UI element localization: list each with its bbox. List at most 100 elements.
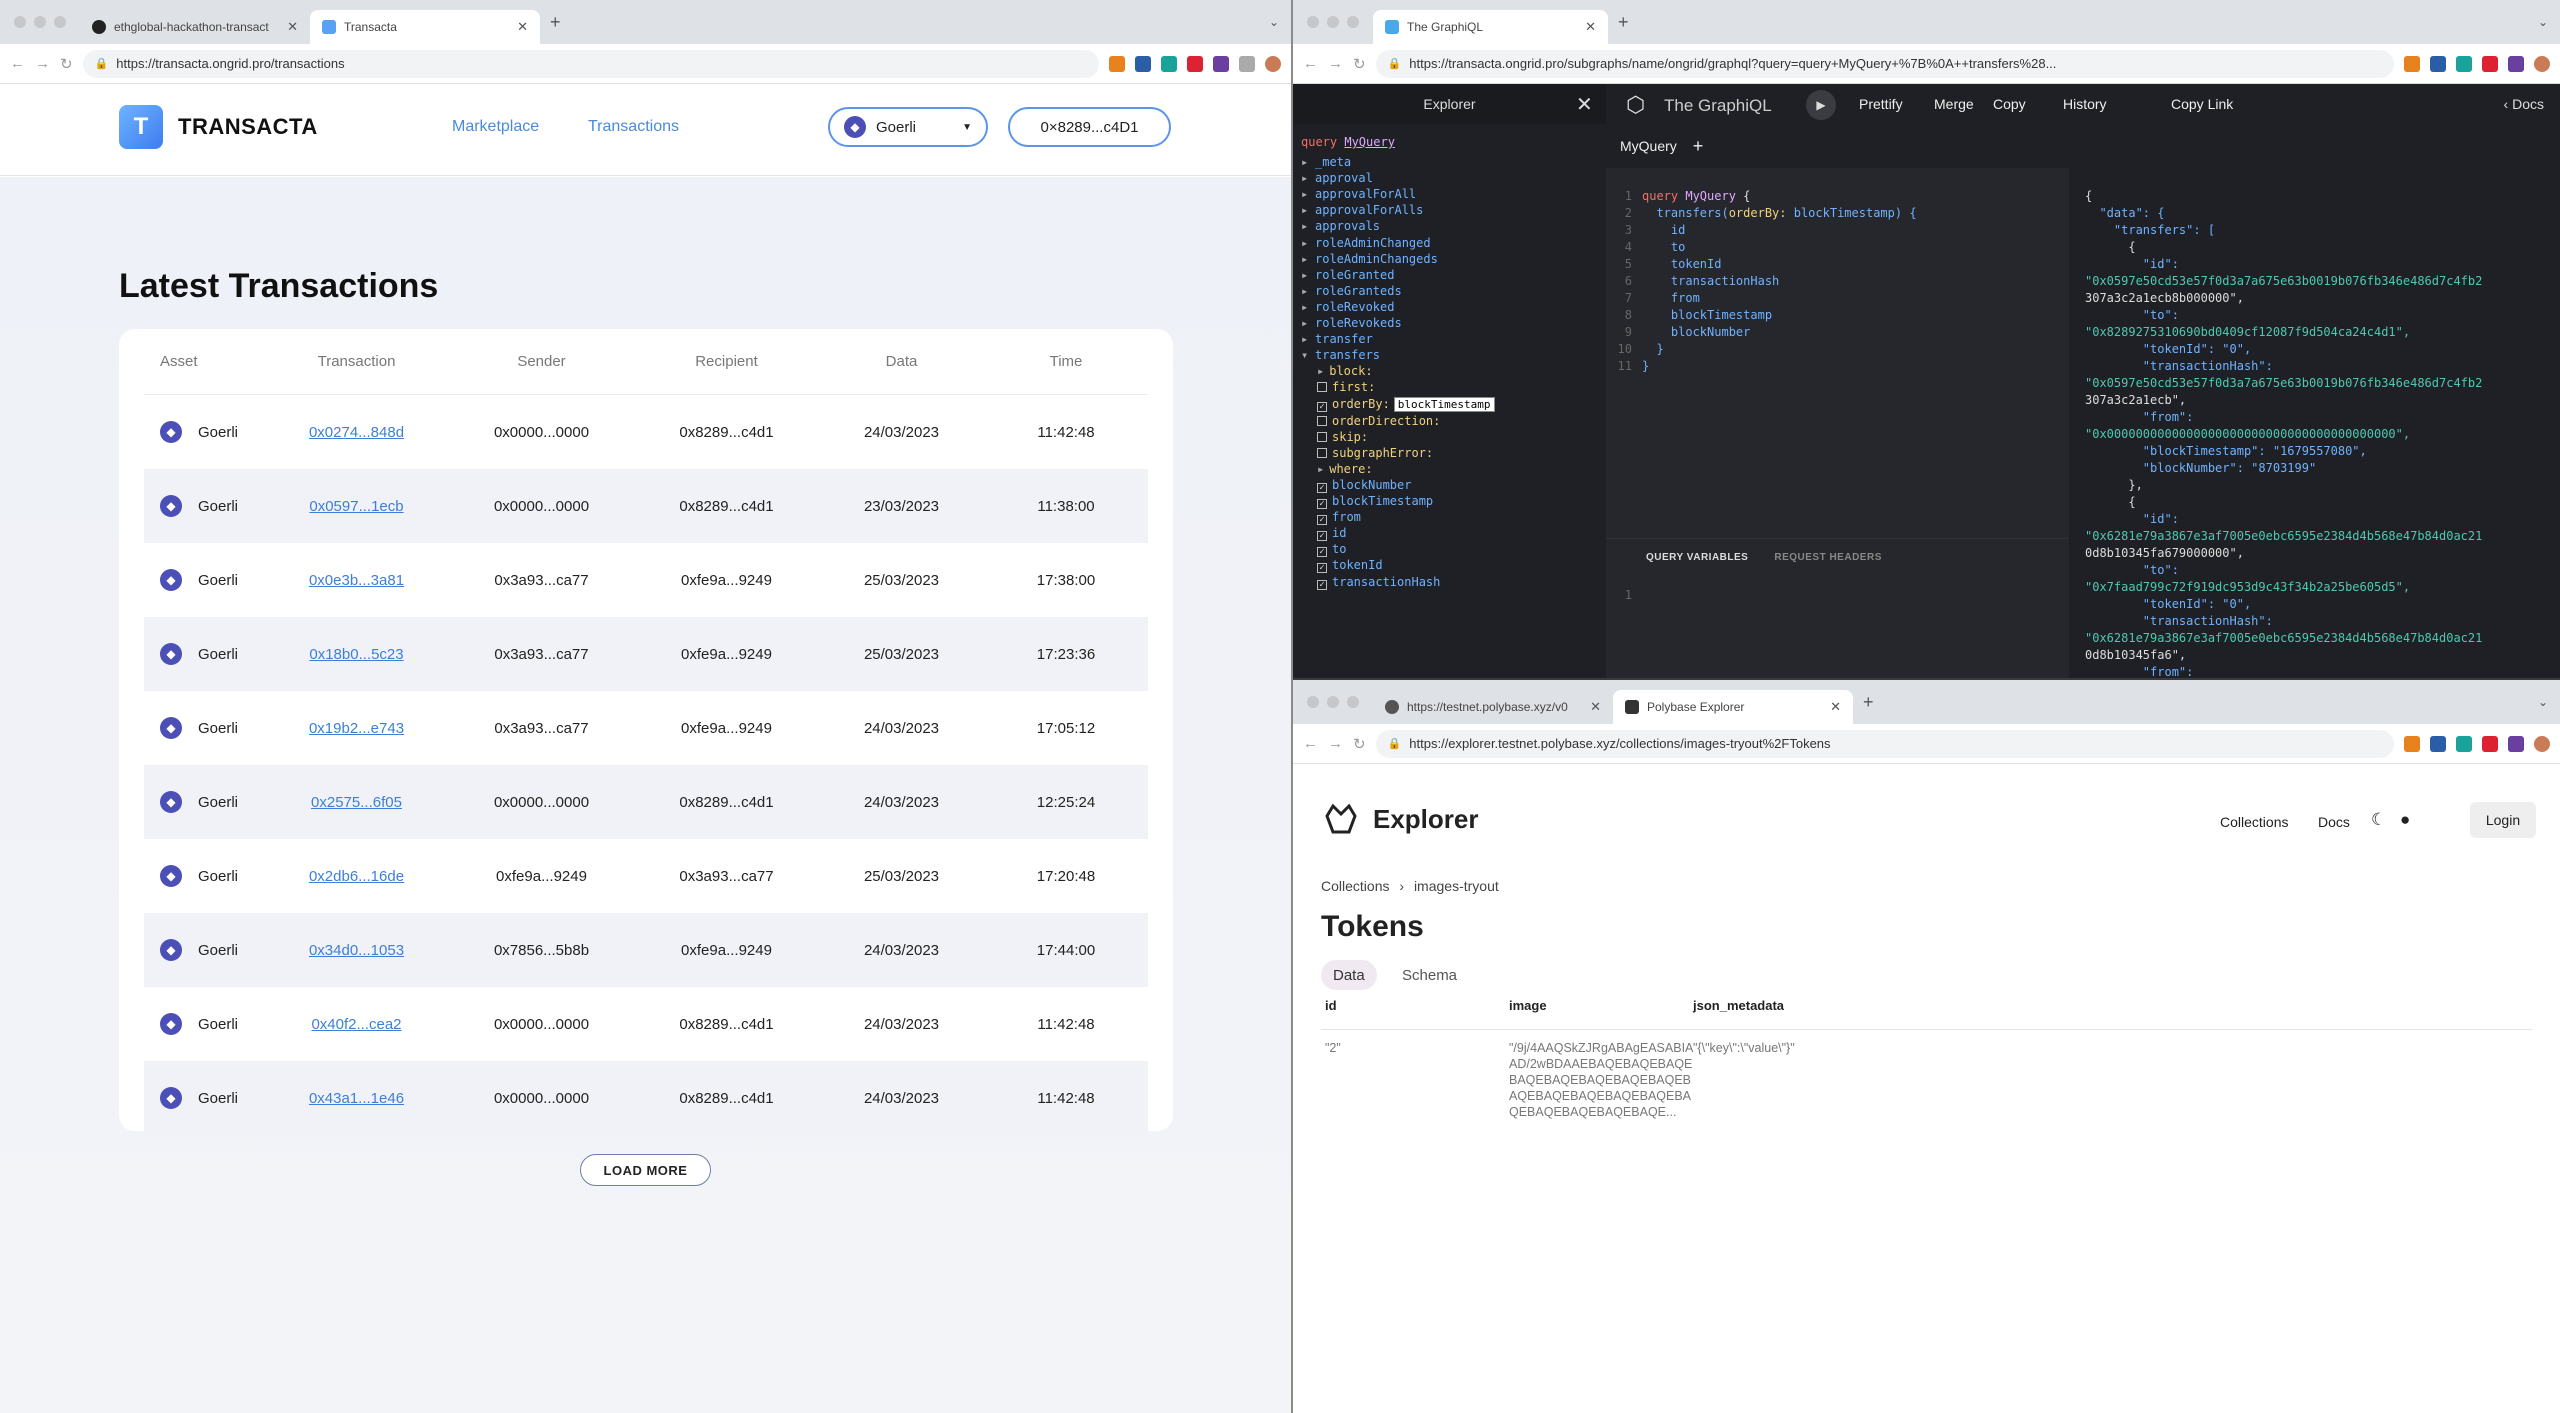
checkbox[interactable]: ✓ xyxy=(1317,401,1327,412)
explorer-item[interactable]: ▸ roleAdminChanged xyxy=(1301,235,1598,251)
close-icon[interactable]: ✕ xyxy=(287,19,298,35)
transaction-link[interactable]: 0x2db6...16de xyxy=(309,868,404,885)
extension-icon[interactable] xyxy=(2508,735,2524,752)
reload-icon[interactable]: ↻ xyxy=(1353,735,1366,753)
transaction-link[interactable]: 0x0597...1ecb xyxy=(309,498,403,515)
tab-github[interactable]: ethglobal-hackathon-transact ✕ xyxy=(80,10,310,44)
orderby-select[interactable]: blockTimestamp xyxy=(1393,396,1495,412)
nav-transactions[interactable]: Transactions xyxy=(588,118,679,136)
new-tab-icon[interactable]: + xyxy=(1608,12,1639,33)
transaction-link[interactable]: 0x0e3b...3a81 xyxy=(309,572,404,589)
tab-query-variables[interactable]: QUERY VARIABLES xyxy=(1646,552,1748,563)
table-row[interactable]: ◆ Goerli 0x2575...6f05 0x0000...0000 0x8289.… xyxy=(144,765,1148,839)
explorer-field[interactable]: ✓ blockTimestamp xyxy=(1301,493,1598,510)
checkbox[interactable] xyxy=(1317,431,1327,442)
explorer-item[interactable]: ▸ roleRevoked xyxy=(1301,299,1598,315)
brand-name[interactable]: TRANSACTA xyxy=(178,114,318,140)
explorer-item[interactable]: ▸ roleRevokeds xyxy=(1301,315,1598,331)
tab-request-headers[interactable]: REQUEST HEADERS xyxy=(1774,552,1882,563)
copy-link-button[interactable]: Copy Link xyxy=(2171,96,2233,112)
extension-icon[interactable] xyxy=(2430,55,2446,72)
prettify-button[interactable]: Prettify xyxy=(1859,96,1903,112)
close-icon[interactable]: ✕ xyxy=(1830,699,1841,715)
nav-docs[interactable]: Docs xyxy=(2318,814,2350,830)
explorer-item[interactable]: ▸ _meta xyxy=(1301,154,1598,170)
extension-icon[interactable] xyxy=(2430,735,2446,752)
extension-beta-icon[interactable] xyxy=(1161,55,1177,72)
transaction-link[interactable]: 0x0274...848d xyxy=(309,424,404,441)
code-icon[interactable] xyxy=(2482,735,2498,752)
nav-marketplace[interactable]: Marketplace xyxy=(452,118,539,136)
table-row[interactable]: ◆ Goerli 0x0e3b...3a81 0x3a93...ca77 0xfe9a.… xyxy=(144,543,1148,617)
url-field[interactable]: 🔒 https://transacta.ongrid.pro/transacti… xyxy=(82,49,1099,78)
chevron-down-icon[interactable]: ⌄ xyxy=(2526,695,2560,709)
checkbox[interactable] xyxy=(1317,415,1327,426)
explorer-item[interactable]: ▸ approvals xyxy=(1301,218,1598,234)
polybase-logo[interactable]: Explorer xyxy=(1323,802,1479,836)
window-controls[interactable] xyxy=(0,16,80,28)
tab-schema[interactable]: Schema xyxy=(1390,960,1469,990)
close-icon[interactable]: ✕ xyxy=(1590,699,1601,715)
back-icon[interactable]: ← xyxy=(10,55,25,72)
explorer-arg[interactable]: ▸ block: xyxy=(1301,363,1598,379)
explorer-item[interactable]: ▸ roleGranted xyxy=(1301,267,1598,283)
new-tab-icon[interactable]: + xyxy=(540,12,571,33)
moon-icon[interactable]: ☾ xyxy=(2371,810,2386,830)
tab-graphiql[interactable]: The GraphiQL ✕ xyxy=(1373,10,1608,44)
docs-button[interactable]: ‹ Docs xyxy=(2504,96,2544,112)
explorer-item[interactable]: ▸ approvalForAlls xyxy=(1301,202,1598,218)
explorer-query-header[interactable]: query MyQuery xyxy=(1301,134,1598,150)
table-row[interactable]: ◆ Goerli 0x40f2...cea2 0x0000...0000 0x8289.… xyxy=(144,987,1148,1061)
table-row[interactable]: ◆ Goerli 0x0274...848d 0x0000...0000 0x8289.… xyxy=(144,395,1148,469)
checkbox[interactable]: ✓ xyxy=(1317,482,1327,493)
merge-button[interactable]: Merge xyxy=(1934,96,1974,112)
back-icon[interactable]: ← xyxy=(1303,735,1318,752)
checkbox[interactable]: ✓ xyxy=(1317,563,1327,574)
table-row[interactable]: "2" "/9j/4AAQSkZJRgABAgEASABIAAD/2wBDAAE… xyxy=(1321,1030,2532,1130)
avatar[interactable] xyxy=(1265,55,1281,72)
breadcrumb-images-tryout[interactable]: images-tryout xyxy=(1414,878,1499,894)
checkbox[interactable]: ✓ xyxy=(1317,499,1327,510)
github-icon[interactable]: ● xyxy=(2400,810,2410,830)
explorer-arg[interactable]: ▸ where: xyxy=(1301,461,1598,477)
transacta-logo-icon[interactable]: T xyxy=(119,105,163,149)
close-icon[interactable]: ✕ xyxy=(1585,19,1596,35)
add-tab-icon[interactable]: + xyxy=(1693,136,1704,157)
explorer-arg[interactable]: first: xyxy=(1301,379,1598,395)
transaction-link[interactable]: 0x19b2...e743 xyxy=(309,720,404,737)
transaction-link[interactable]: 0x40f2...cea2 xyxy=(311,1016,401,1033)
window-controls[interactable] xyxy=(1293,16,1373,28)
close-icon[interactable]: ✕ xyxy=(1576,92,1593,117)
explorer-arg[interactable]: subgraphError: xyxy=(1301,445,1598,461)
back-icon[interactable]: ← xyxy=(1303,55,1318,72)
extension-beta-icon[interactable] xyxy=(2456,735,2472,752)
checkbox[interactable]: ✓ xyxy=(1317,531,1327,542)
table-row[interactable]: ◆ Goerli 0x43a1...1e46 0x0000...0000 0x8289.… xyxy=(144,1061,1148,1135)
chevron-down-icon[interactable]: ⌄ xyxy=(2526,15,2560,29)
copy-button[interactable]: Copy xyxy=(1993,96,2026,112)
forward-icon[interactable]: → xyxy=(35,55,50,72)
checkbox[interactable]: ✓ xyxy=(1317,579,1327,590)
explorer-field[interactable]: ✓ to xyxy=(1301,541,1598,558)
chevron-down-icon[interactable]: ⌄ xyxy=(1257,15,1291,29)
explorer-field[interactable]: ✓ id xyxy=(1301,525,1598,542)
variables-editor[interactable]: 1 xyxy=(1606,576,2069,678)
explorer-field[interactable]: ✓ blockNumber xyxy=(1301,477,1598,493)
table-row[interactable]: ◆ Goerli 0x18b0...5c23 0x3a93...ca77 0xfe9a.… xyxy=(144,617,1148,691)
explorer-item[interactable]: ▸ roleGranteds xyxy=(1301,283,1598,299)
avatar[interactable] xyxy=(2534,735,2550,752)
tab-transacta[interactable]: Transacta ✕ xyxy=(310,10,540,44)
checkbox[interactable]: ✓ xyxy=(1317,547,1327,558)
metamask-icon[interactable] xyxy=(2404,735,2420,752)
load-more-button[interactable]: LOAD MORE xyxy=(580,1154,711,1186)
url-field[interactable]: 🔒 https://explorer.testnet.polybase.xyz/… xyxy=(1375,729,2394,758)
puzzle-icon[interactable] xyxy=(1239,55,1255,72)
metamask-icon[interactable] xyxy=(2404,55,2420,72)
explorer-item[interactable]: ▸ roleAdminChangeds xyxy=(1301,251,1598,267)
forward-icon[interactable]: → xyxy=(1328,55,1343,72)
query-editor[interactable]: 1 query MyQuery {2 transfers(orderBy: blo… xyxy=(1606,168,2069,538)
transaction-link[interactable]: 0x18b0...5c23 xyxy=(309,646,403,663)
checkbox[interactable] xyxy=(1317,447,1327,458)
explorer-item[interactable]: ▾ transfers xyxy=(1301,347,1598,363)
explorer-arg[interactable]: ✓ orderBy: blockTimestamp xyxy=(1301,396,1598,413)
